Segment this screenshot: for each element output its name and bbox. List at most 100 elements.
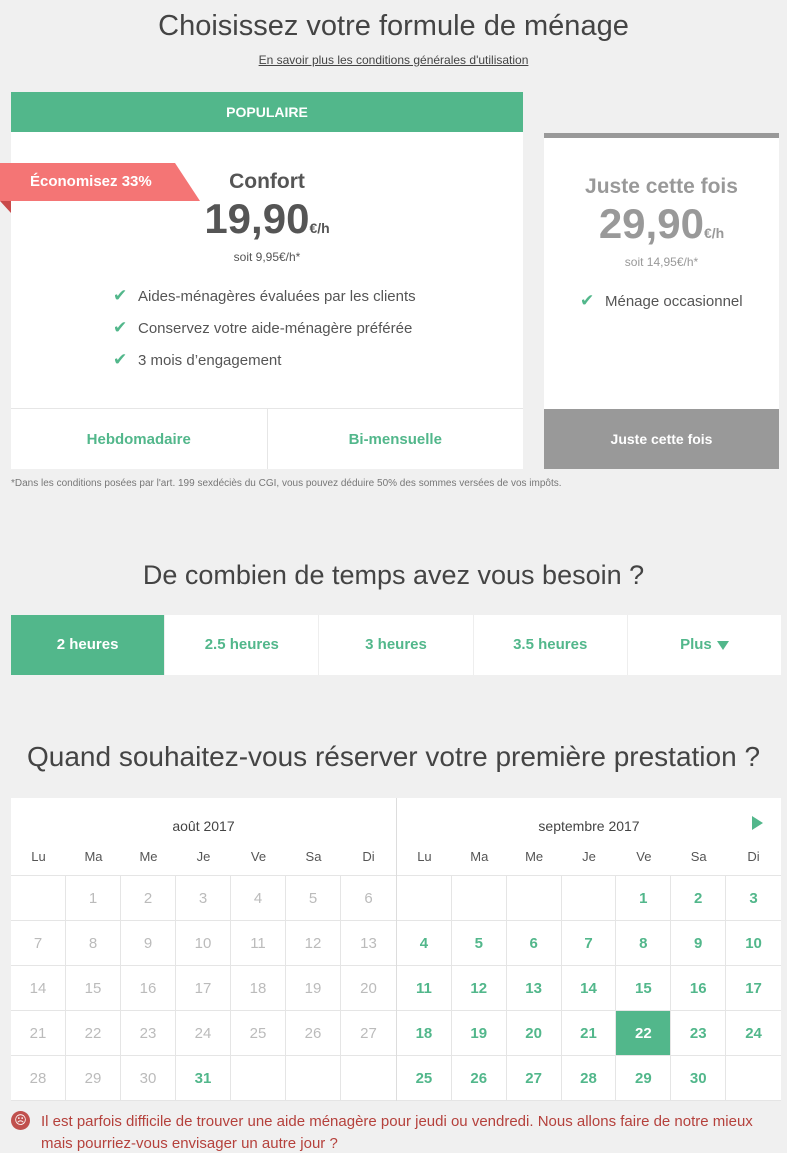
duration-options: 2 heures 2.5 heures 3 heures 3.5 heures … (11, 615, 781, 675)
weekday-label: Je (196, 849, 211, 864)
month-title: septembre 2017 (538, 818, 640, 834)
duration-more-label: Plus (680, 636, 712, 653)
day-cell[interactable]: 20 (506, 1011, 562, 1056)
feature-text: Ménage occasionnel (605, 293, 743, 310)
availability-warning: ☹ Il est parfois difficile de trouver un… (11, 1111, 781, 1153)
duration-3-5h[interactable]: 3.5 heures (472, 615, 627, 675)
duration-2-5h[interactable]: 2.5 heures (164, 615, 318, 675)
day-cell-disabled: 4 (231, 876, 286, 921)
weekday-label: Ma (84, 849, 103, 864)
day-cell[interactable]: 6 (506, 921, 562, 966)
day-cell-disabled: 22 (66, 1011, 121, 1056)
weekday-label: Sa (690, 849, 707, 864)
day-cell[interactable]: 31 (176, 1056, 231, 1101)
day-cell-disabled: 15 (66, 966, 121, 1011)
day-cell-empty (286, 1056, 341, 1101)
feature-text: 3 mois d’engagement (138, 352, 282, 369)
day-cell[interactable]: 17 (726, 966, 781, 1011)
weekly-button[interactable]: Hebdomadaire (11, 409, 267, 469)
feature-item: ✔ Conservez votre aide-ménagère préférée (113, 318, 416, 352)
day-cell-disabled: 21 (11, 1011, 66, 1056)
day-cell[interactable]: 10 (726, 921, 781, 966)
day-cell[interactable]: 27 (506, 1056, 562, 1101)
plan-card-once[interactable]: Juste cette fois 29,90€/h soit 14,95€/h*… (544, 133, 779, 469)
day-cell[interactable]: 9 (671, 921, 727, 966)
weekday-label: Je (582, 849, 596, 864)
price-unit: €/h (703, 225, 725, 241)
day-cell-disabled: 20 (341, 966, 396, 1011)
day-cell[interactable]: 2 (671, 876, 727, 921)
check-icon: ✔ (580, 291, 595, 310)
day-cell[interactable]: 13 (506, 966, 562, 1011)
check-icon: ✔ (113, 286, 128, 305)
day-cell[interactable]: 21 (561, 1011, 617, 1056)
day-cell-disabled: 17 (176, 966, 231, 1011)
tax-note: *Dans les conditions posées par l'art. 1… (11, 478, 562, 489)
weekday-label: Lu (417, 849, 432, 864)
day-cell[interactable]: 14 (561, 966, 617, 1011)
day-cell-empty (341, 1056, 396, 1101)
weekday-label: Lu (31, 849, 46, 864)
weekday-label: Di (747, 849, 760, 864)
day-cell-disabled: 7 (11, 921, 66, 966)
plan-card-confort[interactable]: POPULAIRE Économisez 33% Confort 19,90€/… (0, 92, 524, 469)
feature-text: Aides-ménagères évaluées par les clients (138, 288, 416, 305)
day-cell[interactable]: 5 (451, 921, 507, 966)
feature-item: ✔ Aides-ménagères évaluées par les client… (113, 286, 416, 320)
biweekly-button[interactable]: Bi-mensuelle (266, 409, 524, 469)
day-cell[interactable]: 8 (616, 921, 672, 966)
day-cell-disabled: 23 (121, 1011, 176, 1056)
duration-2h[interactable]: 2 heures (11, 615, 165, 675)
day-cell[interactable]: 23 (671, 1011, 727, 1056)
day-cell-empty (506, 876, 562, 921)
plan-subprice: soit 9,95€/h* (233, 250, 301, 264)
day-cell[interactable]: 24 (726, 1011, 781, 1056)
feature-text: Conservez votre aide-ménagère préférée (138, 320, 413, 337)
day-cell-disabled: 29 (66, 1056, 121, 1101)
day-cell[interactable]: 16 (671, 966, 727, 1011)
plan-name: Juste cette fois (585, 175, 738, 198)
weekday-header: Lu Ma Me Je Ve Sa Di (397, 843, 781, 875)
day-cell-disabled: 14 (11, 966, 66, 1011)
plan-name: Confort (229, 170, 305, 193)
duration-3h[interactable]: 3 heures (318, 615, 472, 675)
day-cell[interactable]: 26 (451, 1056, 507, 1101)
day-cell[interactable]: 29 (616, 1056, 672, 1101)
price-unit: €/h (309, 220, 330, 236)
day-cell[interactable]: 12 (451, 966, 507, 1011)
day-cell[interactable]: 7 (561, 921, 617, 966)
day-cell-empty (397, 876, 452, 921)
day-cell-disabled: 12 (286, 921, 341, 966)
day-cell[interactable]: 1 (616, 876, 672, 921)
feature-list: ✔ Aides-ménagères évaluées par les client… (113, 286, 416, 384)
day-cell[interactable]: 25 (397, 1056, 452, 1101)
plan-price: 29,90€/h (544, 200, 779, 248)
day-cell-disabled: 2 (121, 876, 176, 921)
price-value: 19,90 (204, 195, 310, 242)
price-value: 29,90 (598, 200, 704, 247)
check-icon: ✔ (113, 318, 128, 337)
day-cell-disabled: 28 (11, 1056, 66, 1101)
day-cell[interactable]: 19 (451, 1011, 507, 1056)
day-cell[interactable]: 28 (561, 1056, 617, 1101)
day-cell-selected[interactable]: 22 (616, 1011, 672, 1056)
day-cell[interactable]: 4 (397, 921, 452, 966)
weekday-label: Me (525, 849, 544, 864)
day-cell[interactable]: 11 (397, 966, 452, 1011)
day-cell-disabled: 1 (66, 876, 121, 921)
weekday-label: Di (362, 849, 375, 864)
day-cell[interactable]: 30 (671, 1056, 727, 1101)
day-cell[interactable]: 3 (726, 876, 781, 921)
day-cell-empty (726, 1056, 781, 1101)
once-button[interactable]: Juste cette fois (544, 409, 779, 469)
day-cell[interactable]: 15 (616, 966, 672, 1011)
popular-header: POPULAIRE (11, 92, 523, 132)
next-month-arrow-icon[interactable] (752, 816, 763, 830)
day-cell-disabled: 30 (121, 1056, 176, 1101)
duration-more[interactable]: Plus (626, 615, 781, 675)
day-cell-disabled: 6 (341, 876, 396, 921)
day-cell[interactable]: 18 (397, 1011, 452, 1056)
warning-text: Il est parfois difficile de trouver une … (41, 1113, 753, 1152)
day-cell-disabled: 26 (286, 1011, 341, 1056)
terms-link[interactable]: En savoir plus les conditions générales … (0, 53, 787, 67)
